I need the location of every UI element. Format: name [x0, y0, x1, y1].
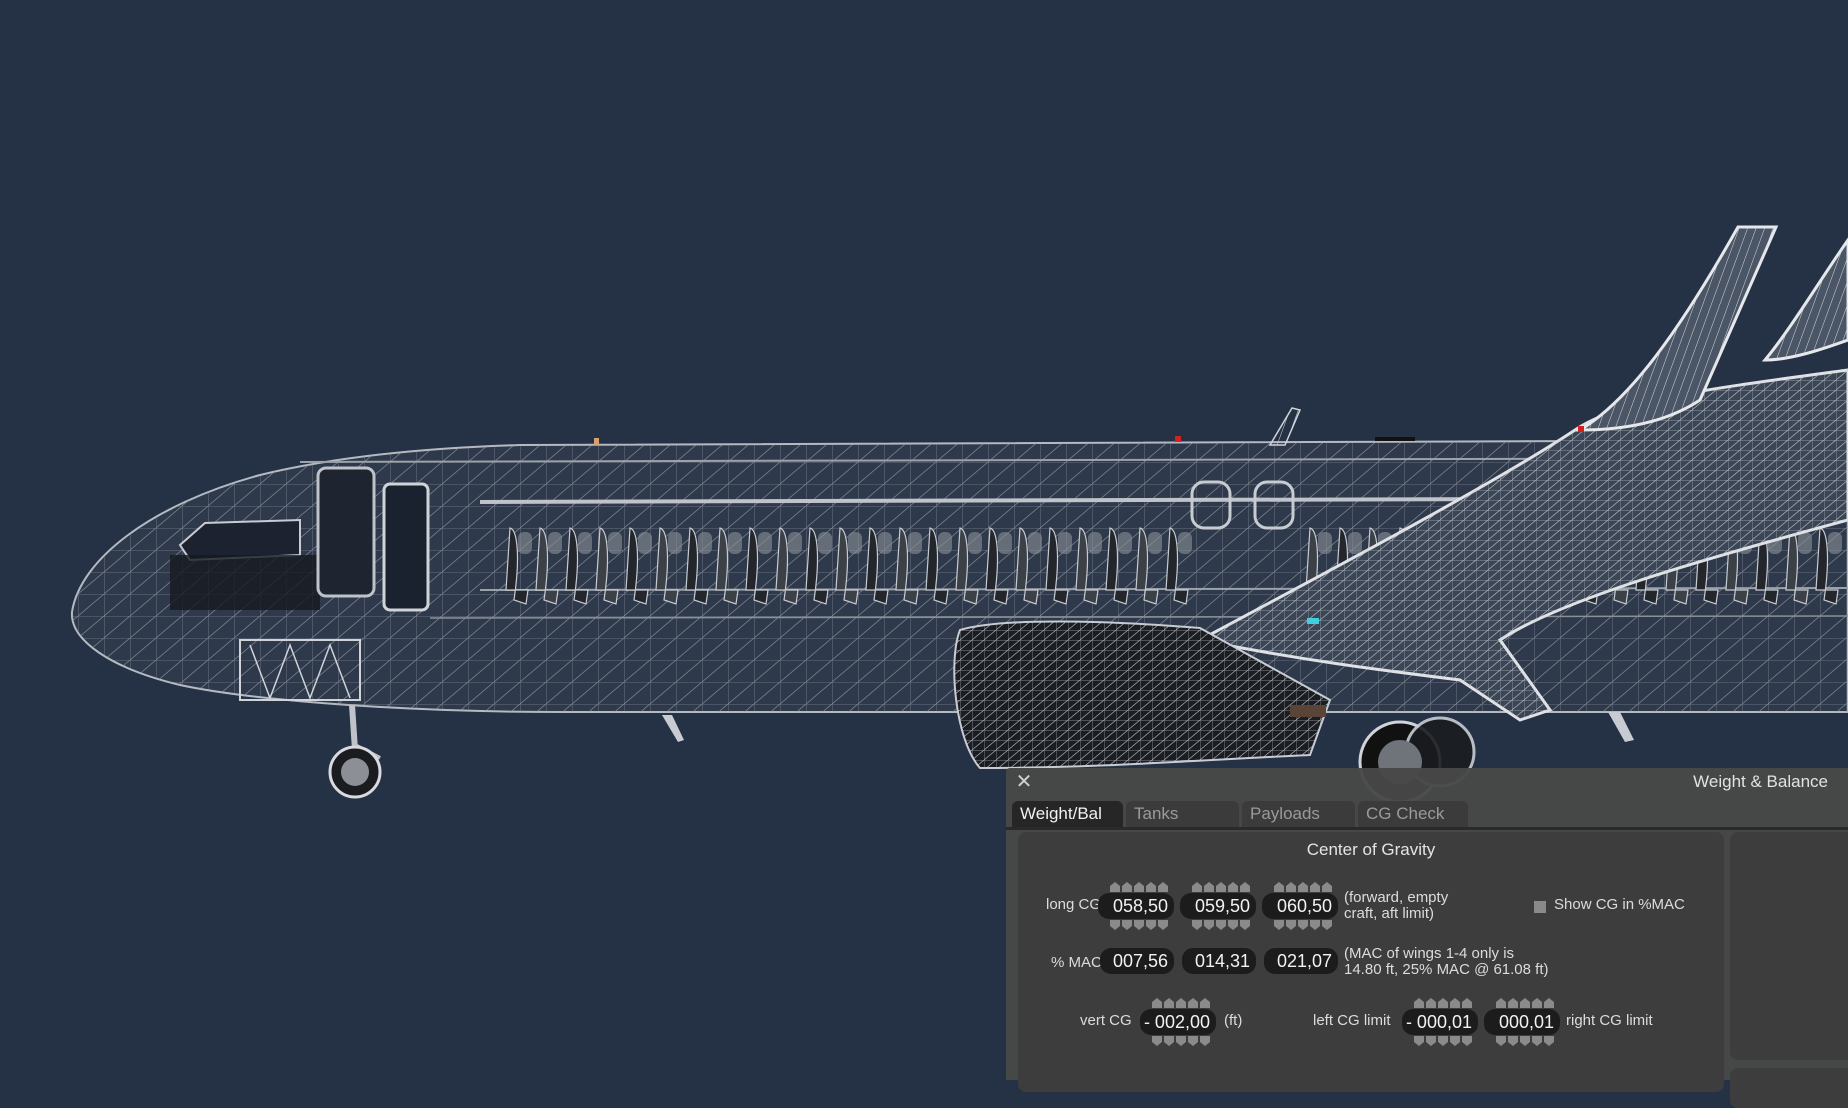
cabin-window — [608, 532, 622, 554]
increment-arrows[interactable] — [1152, 998, 1212, 1008]
decrement-arrows[interactable] — [1152, 1036, 1212, 1046]
mac-forward-value: 007,56 — [1100, 948, 1174, 974]
cabin-window — [1348, 532, 1362, 554]
window-titlebar[interactable]: ✕ Weight & Balance — [1006, 768, 1848, 798]
cabin-window — [668, 532, 682, 554]
cabin-window — [1118, 532, 1132, 554]
increment-arrows[interactable] — [1274, 882, 1334, 892]
increment-arrows[interactable] — [1496, 998, 1556, 1008]
tab-tanks[interactable]: Tanks — [1126, 801, 1239, 827]
long-cg-empty-stepper: 059,50 — [1180, 882, 1256, 930]
tab-weight-bal[interactable]: Weight/Bal — [1012, 801, 1123, 827]
cabin-window — [818, 532, 832, 554]
show-cg-mac-checkbox[interactable] — [1534, 901, 1546, 913]
cabin-window — [998, 532, 1012, 554]
cabin-window — [1318, 532, 1332, 554]
cabin-window — [788, 532, 802, 554]
left-cg-limit-label: left CG limit — [1313, 1012, 1391, 1029]
center-of-gravity-panel: Center of Gravity long CG 058,50 059,50 … — [1018, 832, 1724, 1092]
cabin-window — [548, 532, 562, 554]
cabin-window — [1798, 532, 1812, 554]
galley-door — [382, 482, 430, 612]
mac-note: (MAC of wings 1-4 only is 14.80 ft, 25% … — [1344, 945, 1549, 978]
cabin-window — [728, 532, 742, 554]
cabin-window — [518, 532, 532, 554]
cabin-window — [1088, 532, 1102, 554]
cabin-window — [758, 532, 772, 554]
right-cg-limit-stepper: 000,01 — [1484, 998, 1560, 1046]
vert-cg-field[interactable]: - 002,00 — [1140, 1009, 1216, 1035]
vert-cg-stepper: - 002,00 — [1140, 998, 1216, 1046]
window-title: Weight & Balance — [1693, 772, 1828, 791]
tab-payloads[interactable]: Payloads — [1242, 801, 1355, 827]
mac-label: % MAC — [1051, 954, 1102, 971]
cabin-window — [878, 532, 892, 554]
long-cg-forward-field[interactable]: 058,50 — [1098, 893, 1174, 919]
left-cg-limit-stepper: - 000,01 — [1402, 998, 1478, 1046]
decrement-arrows[interactable] — [1496, 1036, 1556, 1046]
cabin-window — [1028, 532, 1042, 554]
cabin-window — [908, 532, 922, 554]
cabin-window — [578, 532, 592, 554]
panel-title: Center of Gravity — [1306, 840, 1436, 859]
cabin-window — [1058, 532, 1072, 554]
tab-divider — [1006, 827, 1848, 830]
tab-bar: Weight/Bal Tanks Payloads CG Check — [1012, 801, 1468, 827]
left-cg-limit-field[interactable]: - 000,01 — [1402, 1009, 1478, 1035]
cabin-window — [968, 532, 982, 554]
cabin-window — [698, 532, 712, 554]
decrement-arrows[interactable] — [1274, 920, 1334, 930]
increment-arrows[interactable] — [1414, 998, 1474, 1008]
side-panel — [1730, 832, 1848, 1060]
cabin-window — [1148, 532, 1162, 554]
forward-door — [316, 466, 376, 598]
vert-cg-unit: (ft) — [1224, 1012, 1243, 1029]
cabin-window — [938, 532, 952, 554]
long-cg-label: long CG — [1046, 896, 1102, 913]
long-cg-aft-field[interactable]: 060,50 — [1262, 893, 1338, 919]
increment-arrows[interactable] — [1110, 882, 1170, 892]
weight-balance-window: ✕ Weight & Balance Weight/Bal Tanks Payl… — [1006, 768, 1848, 1108]
side-panel-lower — [1730, 1068, 1848, 1108]
cabin-window — [1178, 532, 1192, 554]
cabin-window — [638, 532, 652, 554]
close-icon[interactable]: ✕ — [1014, 771, 1034, 793]
vert-cg-label: vert CG — [1080, 1012, 1132, 1029]
right-cg-limit-label: right CG limit — [1566, 1012, 1653, 1029]
increment-arrows[interactable] — [1192, 882, 1252, 892]
show-cg-mac-label[interactable]: Show CG in %MAC — [1554, 896, 1685, 913]
long-cg-aft-stepper: 060,50 — [1262, 882, 1338, 930]
long-cg-note: (forward, empty craft, aft limit) — [1344, 889, 1449, 922]
decrement-arrows[interactable] — [1192, 920, 1252, 930]
right-cg-limit-field[interactable]: 000,01 — [1484, 1009, 1560, 1035]
decrement-arrows[interactable] — [1110, 920, 1170, 930]
cabin-window — [848, 532, 862, 554]
mac-empty-value: 014,31 — [1182, 948, 1256, 974]
long-cg-forward-stepper: 058,50 — [1098, 882, 1174, 930]
long-cg-empty-field[interactable]: 059,50 — [1180, 893, 1256, 919]
decrement-arrows[interactable] — [1414, 1036, 1474, 1046]
cabin-window — [1828, 532, 1842, 554]
tab-cg-check[interactable]: CG Check — [1358, 801, 1468, 827]
mac-aft-value: 021,07 — [1264, 948, 1338, 974]
